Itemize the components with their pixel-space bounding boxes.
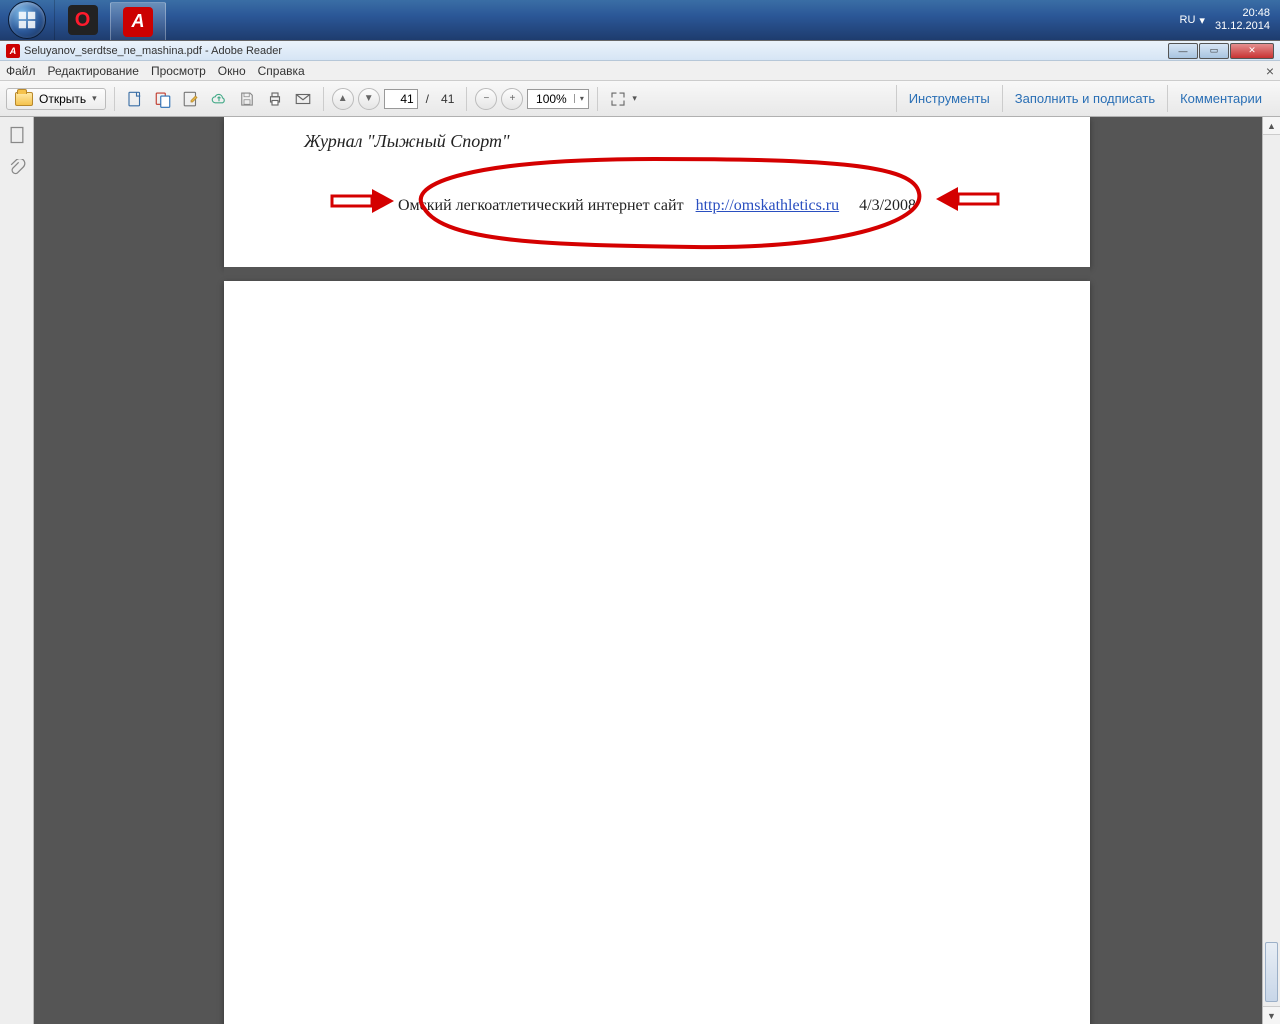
- maximize-button[interactable]: ▭: [1199, 43, 1229, 59]
- zoom-in-button[interactable]: +: [501, 88, 523, 110]
- windows-taskbar: O A RU ▾ 20:48 31.12.2014: [0, 0, 1280, 40]
- chevron-down-icon: ▾: [1199, 14, 1205, 27]
- toolbar: Открыть ▾ ▲ ▼ / 41 −: [0, 81, 1280, 117]
- cloud-icon[interactable]: [207, 87, 231, 111]
- create-pdf-icon[interactable]: [123, 87, 147, 111]
- page-down-button[interactable]: ▼: [358, 88, 380, 110]
- menu-window[interactable]: Окно: [218, 64, 246, 78]
- site-link[interactable]: http://omskathletics.ru: [696, 197, 840, 214]
- pdf-page-previous: Журнал "Лыжный Спорт" Омский легкоатлети…: [224, 117, 1090, 267]
- page-total: 41: [437, 92, 458, 106]
- window-title: Seluyanov_serdtse_ne_mashina.pdf - Adobe…: [24, 45, 282, 57]
- start-button[interactable]: [0, 0, 54, 40]
- opera-icon: O: [68, 5, 98, 35]
- page-gap: [224, 267, 1090, 281]
- windows-logo-icon: [16, 9, 38, 31]
- site-date: 4/3/2008: [859, 197, 916, 214]
- app-icon: A: [6, 44, 20, 58]
- page-separator: /: [422, 92, 433, 106]
- clock[interactable]: 20:48 31.12.2014: [1215, 7, 1270, 33]
- vertical-scrollbar[interactable]: ▲ ▼: [1262, 117, 1280, 1024]
- adobe-reader-window: A Seluyanov_serdtse_ne_mashina.pdf - Ado…: [0, 40, 1280, 1024]
- zoom-out-button[interactable]: −: [475, 88, 497, 110]
- zoom-level[interactable]: ▾: [527, 89, 589, 109]
- workspace: Журнал "Лыжный Спорт" Омский легкоатлети…: [0, 117, 1280, 1024]
- close-button[interactable]: ✕: [1230, 43, 1274, 59]
- attachments-icon[interactable]: [7, 159, 27, 179]
- navigation-pane: [0, 117, 34, 1024]
- fill-sign-panel-button[interactable]: Заполнить и подписать: [1002, 85, 1167, 112]
- minimize-button[interactable]: —: [1168, 43, 1198, 59]
- system-tray: RU ▾ 20:48 31.12.2014: [1180, 7, 1280, 33]
- titlebar: A Seluyanov_serdtse_ne_mashina.pdf - Ado…: [0, 41, 1280, 61]
- fit-window-icon[interactable]: [606, 87, 630, 111]
- taskbar-item-adobe-reader[interactable]: A: [110, 2, 166, 40]
- chevron-down-icon[interactable]: ▾: [632, 93, 637, 104]
- clock-time: 20:48: [1215, 7, 1270, 20]
- scrollbar-thumb[interactable]: [1265, 942, 1278, 1002]
- tools-panel-button[interactable]: Инструменты: [896, 85, 1002, 112]
- journal-title: Журнал "Лыжный Спорт": [304, 131, 510, 152]
- document-close-icon[interactable]: ×: [1266, 63, 1274, 79]
- menu-view[interactable]: Просмотр: [151, 64, 206, 78]
- scroll-down-arrow-icon[interactable]: ▼: [1263, 1006, 1280, 1024]
- page-number-input[interactable]: [384, 89, 418, 109]
- language-code: RU: [1180, 14, 1196, 26]
- language-indicator[interactable]: RU ▾: [1180, 14, 1205, 27]
- clock-date: 31.12.2014: [1215, 20, 1270, 33]
- menu-help[interactable]: Справка: [258, 64, 305, 78]
- page-up-button[interactable]: ▲: [332, 88, 354, 110]
- pdf-page-current: [224, 281, 1090, 1024]
- zoom-input[interactable]: [528, 92, 574, 106]
- email-icon[interactable]: [291, 87, 315, 111]
- site-info-line: Омский легкоатлетический интернет сайт h…: [224, 197, 1090, 215]
- menu-edit[interactable]: Редактирование: [48, 64, 139, 78]
- print-icon[interactable]: [263, 87, 287, 111]
- window-controls: — ▭ ✕: [1168, 43, 1274, 59]
- open-label: Открыть: [39, 92, 86, 106]
- chevron-down-icon: ▾: [92, 93, 97, 104]
- site-label: Омский легкоатлетический интернет сайт: [398, 197, 684, 214]
- taskbar-item-opera[interactable]: O: [54, 0, 110, 40]
- page-thumbnails-icon[interactable]: [7, 125, 27, 145]
- comments-panel-button[interactable]: Комментарии: [1167, 85, 1274, 112]
- convert-pdf-icon[interactable]: [151, 87, 175, 111]
- sign-icon[interactable]: [179, 87, 203, 111]
- save-icon[interactable]: [235, 87, 259, 111]
- menubar: Файл Редактирование Просмотр Окно Справк…: [0, 61, 1280, 81]
- scroll-up-arrow-icon[interactable]: ▲: [1263, 117, 1280, 135]
- chevron-down-icon[interactable]: ▾: [574, 94, 588, 103]
- menu-file[interactable]: Файл: [6, 64, 36, 78]
- open-button[interactable]: Открыть ▾: [6, 88, 106, 110]
- adobe-reader-icon: A: [123, 7, 153, 37]
- document-area[interactable]: Журнал "Лыжный Спорт" Омский легкоатлети…: [34, 117, 1280, 1024]
- folder-icon: [15, 92, 33, 106]
